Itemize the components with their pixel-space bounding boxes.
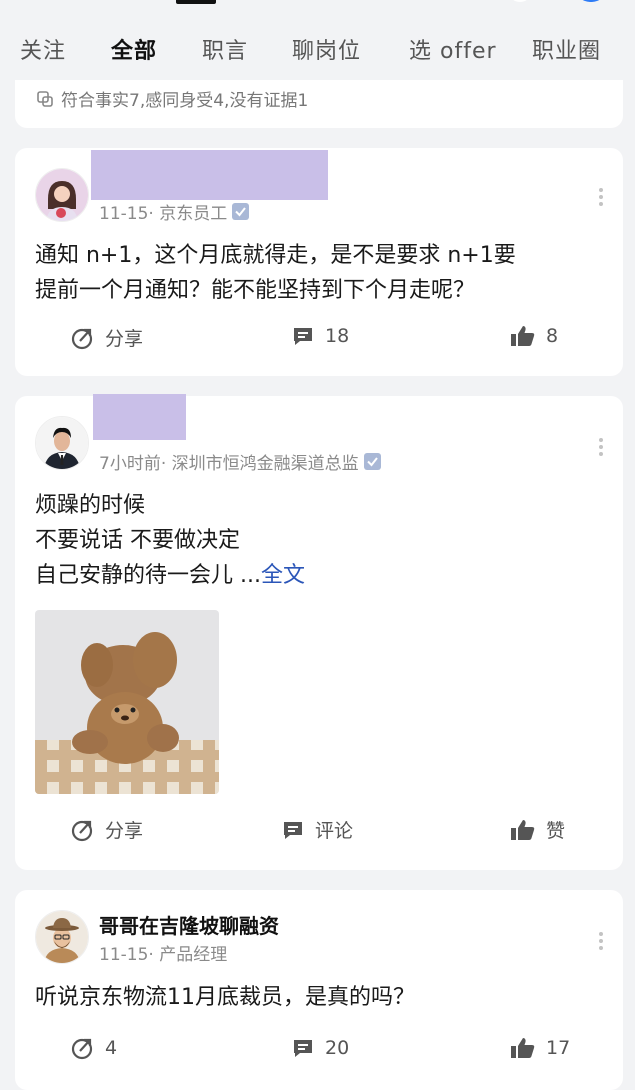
tab-choose-offer[interactable]: 选 offer [409, 33, 497, 65]
reaction-stats-text: 符合事实7,感同身受4,没有证据1 [61, 91, 309, 111]
like-count: 17 [546, 1037, 571, 1059]
more-options-icon[interactable] [599, 185, 605, 209]
comment-button[interactable]: 20 [291, 1036, 349, 1060]
share-label: 分享 [105, 328, 144, 350]
like-label: 赞 [546, 820, 566, 842]
share-button[interactable]: 4 [71, 1036, 117, 1060]
like-button[interactable]: 赞 [510, 816, 565, 843]
like-button[interactable]: 8 [510, 324, 558, 348]
post-card[interactable]: 7小时前· 深圳市恒鸿金融渠道总监 烦躁的时候 不要说话 不要做决定 自己安静的… [15, 394, 623, 870]
verified-badge-icon [363, 453, 381, 470]
status-bar-dot-blue [576, 0, 606, 2]
post-content-line-text: 自己安静的待一会儿 ... [35, 563, 261, 588]
redacted-author-name [91, 150, 328, 200]
share-button[interactable]: 分享 [71, 816, 143, 843]
post-content-line: 自己安静的待一会儿 ...全文 [35, 558, 603, 593]
avatar[interactable] [35, 910, 89, 964]
comment-count: 18 [325, 325, 350, 347]
comment-count: 20 [325, 1037, 350, 1059]
comment-label: 评论 [315, 820, 354, 842]
redacted-author-name [93, 394, 186, 440]
comment-button[interactable]: 评论 [281, 816, 353, 843]
tab-all[interactable]: 全部 [111, 33, 157, 65]
thumbs-up-icon [511, 1038, 535, 1058]
verified-badge-icon [232, 203, 250, 220]
avatar[interactable] [35, 168, 89, 222]
post-card[interactable]: 哥哥在吉隆坡聊融资 11-15· 产品经理 听说京东物流11月底裁员，是真的吗？… [15, 890, 623, 1090]
post-content-line: 提前一个月通知？能不能坚持到下个月走呢？ [35, 278, 476, 303]
like-count: 8 [546, 325, 559, 347]
avatar[interactable] [35, 416, 89, 470]
thumbs-up-icon [511, 326, 535, 346]
tab-follow[interactable]: 关注 [20, 33, 66, 65]
share-count: 4 [105, 1037, 118, 1059]
post-content[interactable]: 听说京东物流11月底裁员，是真的吗？ [35, 980, 603, 1015]
post-content-line: 通知 n+1，这个月底就得走，是不是要求 n+1要 [35, 243, 516, 268]
post-meta: 11-15· 京东员工 [99, 199, 250, 224]
full-text-link[interactable]: 全文 [261, 563, 305, 588]
feed-tabs: 关注 全部 职言 聊岗位 选 offer 职业圈 [0, 33, 635, 69]
partial-post-card[interactable]: 符合事实7,感同身受4,没有证据1 [15, 80, 623, 128]
tab-workplace-talk[interactable]: 职言 [202, 33, 248, 65]
comment-button[interactable]: 18 [291, 324, 349, 348]
status-bar-indicator [176, 0, 216, 4]
post-content-line: 听说京东物流11月底裁员，是真的吗？ [35, 985, 415, 1010]
comment-icon [284, 821, 302, 839]
like-button[interactable]: 17 [510, 1036, 570, 1060]
post-card[interactable]: 11-15· 京东员工 通知 n+1，这个月底就得走，是不是要求 n+1要 提前… [15, 148, 623, 376]
post-meta-text: 11-15· 京东员工 [99, 204, 228, 224]
post-content[interactable]: 通知 n+1，这个月底就得走，是不是要求 n+1要 提前一个月通知？能不能坚持到… [35, 238, 603, 308]
post-actions: 分享 18 8 [15, 324, 623, 364]
comment-icon [294, 1040, 312, 1057]
tab-job-chat[interactable]: 聊岗位 [292, 33, 361, 65]
status-bar-dot [508, 0, 532, 2]
thumbs-up-icon [511, 819, 535, 840]
post-meta: 11-15· 产品经理 [99, 940, 227, 965]
share-button[interactable]: 分享 [71, 324, 143, 351]
post-meta-text: 11-15· 产品经理 [99, 945, 228, 965]
share-icon [71, 1038, 93, 1060]
post-image[interactable] [35, 610, 219, 794]
reaction-stats: 符合事实7,感同身受4,没有证据1 [35, 86, 308, 111]
post-content-line: 不要说话 不要做决定 [35, 528, 240, 553]
post-meta: 7小时前· 深圳市恒鸿金融渠道总监 [99, 449, 381, 474]
tab-career-circle[interactable]: 职业圈 [532, 33, 601, 65]
post-actions: 4 20 17 [15, 1036, 623, 1076]
post-meta-text: 7小时前· 深圳市恒鸿金融渠道总监 [99, 454, 359, 474]
comment-icon [294, 328, 312, 345]
more-options-icon[interactable] [599, 435, 605, 459]
reaction-icon [37, 90, 53, 107]
author-name[interactable]: 哥哥在吉隆坡聊融资 [99, 910, 279, 939]
post-content[interactable]: 烦躁的时候 不要说话 不要做决定 自己安静的待一会儿 ...全文 [35, 488, 603, 593]
more-options-icon[interactable] [599, 929, 605, 953]
post-content-line: 烦躁的时候 [35, 493, 146, 518]
share-icon [71, 328, 93, 349]
share-icon [71, 820, 93, 841]
top-navigation: 关注 全部 职言 聊岗位 选 offer 职业圈 [0, 0, 635, 82]
post-actions: 分享 评论 赞 [15, 816, 623, 856]
share-label: 分享 [105, 820, 144, 842]
